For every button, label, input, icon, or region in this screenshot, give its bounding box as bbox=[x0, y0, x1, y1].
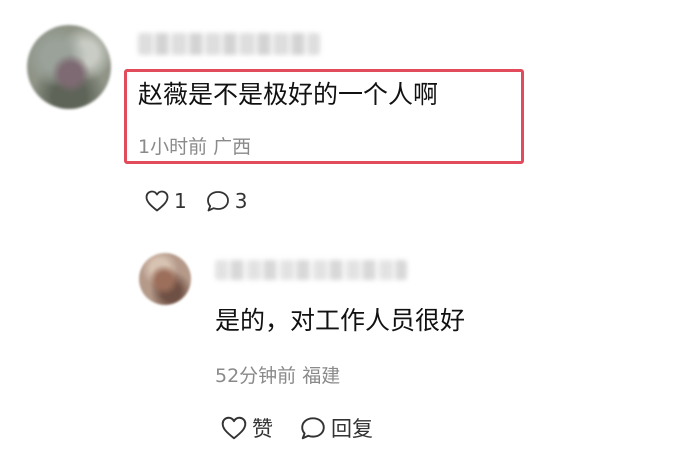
reply-like-button[interactable]: 赞 bbox=[220, 413, 273, 443]
like-count: 1 bbox=[174, 189, 187, 213]
reply-username-blurred[interactable] bbox=[215, 260, 407, 280]
speech-bubble-icon bbox=[301, 417, 325, 440]
reply-like-label: 赞 bbox=[252, 417, 273, 441]
reply-actions: 赞 回复 bbox=[220, 413, 399, 443]
comment-text: 赵薇是不是极好的一个人啊 bbox=[138, 80, 439, 109]
avatar[interactable] bbox=[27, 25, 111, 109]
reply-button[interactable]: 3 bbox=[205, 189, 248, 213]
heart-outline-icon bbox=[221, 416, 247, 440]
reply-reply-label: 回复 bbox=[331, 417, 373, 441]
like-button[interactable]: 1 bbox=[144, 189, 187, 213]
reply-text: 是的，对工作人员很好 bbox=[215, 306, 466, 335]
reply-meta: 52分钟前 福建 bbox=[215, 364, 340, 388]
reply-reply-button[interactable]: 回复 bbox=[299, 413, 373, 443]
comment-location: 广西 bbox=[213, 136, 252, 158]
reply-avatar[interactable] bbox=[139, 253, 191, 305]
comment-actions: 1 3 bbox=[144, 186, 265, 216]
speech-bubble-icon bbox=[206, 191, 229, 212]
heart-outline-icon bbox=[145, 190, 169, 212]
reply-location: 福建 bbox=[302, 365, 341, 387]
comment-meta: 1小时前 广西 bbox=[138, 135, 251, 159]
username-blurred[interactable] bbox=[138, 33, 320, 55]
comment-time: 1小时前 bbox=[138, 136, 208, 158]
reply-time: 52分钟前 bbox=[215, 365, 297, 387]
reply-count: 3 bbox=[234, 189, 248, 213]
